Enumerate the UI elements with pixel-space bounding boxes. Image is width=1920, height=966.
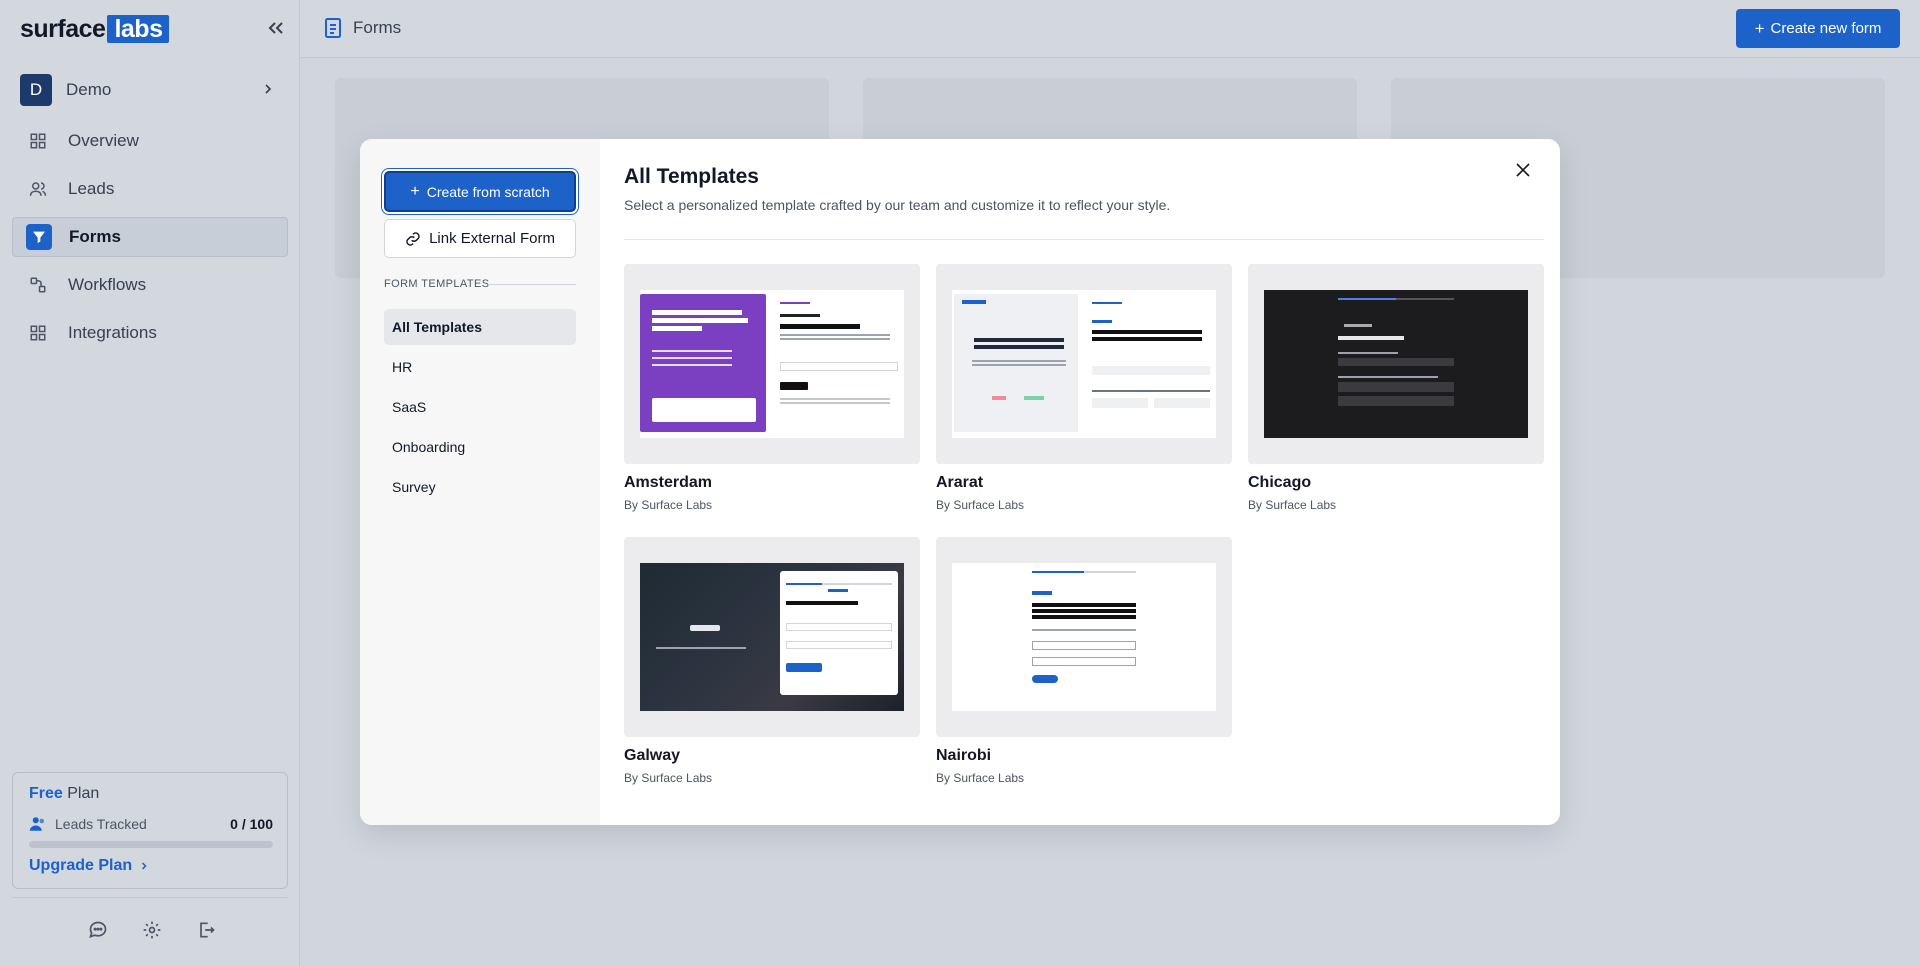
- category-hr[interactable]: HR: [384, 349, 576, 385]
- preview-screen: [640, 563, 904, 711]
- template-author: By Surface Labs: [624, 498, 713, 512]
- upgrade-plan-label: Upgrade Plan: [29, 857, 133, 874]
- users-icon: [29, 815, 47, 833]
- sidebar: surface labs D Demo Overview Leads Forms …: [0, 0, 300, 966]
- template-name: Galway: [624, 747, 681, 764]
- sidebar-item-label: Forms: [69, 227, 121, 246]
- templates-modal: + Create from scratch Link External Form…: [360, 139, 1560, 825]
- sidebar-item-leads[interactable]: Leads: [12, 169, 288, 209]
- preview-screen: [640, 290, 904, 438]
- template-thumbnail: [624, 537, 920, 737]
- logo: surface labs: [20, 14, 170, 44]
- modal-title: All Templates: [624, 165, 759, 188]
- template-author: By Surface Labs: [936, 771, 1025, 785]
- template-thumbnail: [1248, 264, 1544, 464]
- plan-card: Free Plan Leads Tracked 0 / 100 Upgrade …: [12, 772, 288, 889]
- template-card-galway[interactable]: Galway By Surface Labs: [624, 537, 920, 785]
- sidebar-item-workflows[interactable]: Workflows: [12, 265, 288, 305]
- plan-suffix: Plan: [67, 785, 100, 802]
- top-bar: Forms + Create new form: [300, 0, 1920, 58]
- filter-icon: [26, 224, 52, 250]
- users-icon: [28, 179, 48, 199]
- template-author: By Surface Labs: [1248, 498, 1337, 512]
- link-external-form-button[interactable]: Link External Form: [384, 219, 576, 258]
- sidebar-item-integrations[interactable]: Integrations: [12, 313, 288, 353]
- template-name: Chicago: [1248, 474, 1312, 491]
- chevron-right-icon: [138, 860, 150, 872]
- leads-progress-bar: [29, 841, 273, 848]
- category-onboarding[interactable]: Onboarding: [384, 429, 576, 465]
- plus-icon: +: [410, 182, 420, 200]
- template-card-nairobi[interactable]: Nairobi By Surface Labs: [936, 537, 1232, 785]
- collapse-sidebar-icon[interactable]: [264, 16, 288, 40]
- upgrade-plan-link[interactable]: Upgrade Plan: [29, 857, 150, 875]
- template-name: Nairobi: [936, 747, 992, 764]
- category-all-templates[interactable]: All Templates: [384, 309, 576, 345]
- plan-title: Free Plan: [29, 785, 99, 803]
- sidebar-item-forms[interactable]: Forms: [12, 217, 288, 257]
- template-author: By Surface Labs: [936, 498, 1025, 512]
- create-new-form-label: Create new form: [1770, 20, 1882, 37]
- template-card-amsterdam[interactable]: Amsterdam By Surface Labs: [624, 264, 920, 512]
- workspace-avatar: D: [20, 74, 52, 106]
- template-thumbnail: [624, 264, 920, 464]
- leads-tracked-count: 0 / 100: [230, 816, 273, 832]
- template-card-ararat[interactable]: Ararat By Surface Labs: [936, 264, 1232, 512]
- workspace-name: Demo: [66, 80, 112, 99]
- sidebar-item-label: Overview: [68, 131, 139, 150]
- section-divider: [488, 284, 576, 285]
- chevron-right-icon: [260, 81, 276, 102]
- sidebar-item-label: Workflows: [68, 275, 147, 294]
- logo-text: surface: [20, 14, 106, 43]
- template-card-chicago[interactable]: Chicago By Surface Labs: [1248, 264, 1544, 512]
- logout-icon[interactable]: [194, 918, 218, 942]
- preview-screen: [952, 290, 1216, 438]
- create-new-form-button[interactable]: + Create new form: [1736, 9, 1900, 48]
- templates-content: All Templates Select a personalized temp…: [600, 139, 1560, 825]
- plus-icon: +: [1754, 18, 1765, 38]
- grid-icon: [28, 323, 48, 343]
- category-survey[interactable]: Survey: [384, 469, 576, 505]
- create-from-scratch-label: Create from scratch: [426, 183, 550, 200]
- workflow-icon: [28, 275, 48, 295]
- link-icon: [405, 231, 421, 247]
- sidebar-item-label: Leads: [68, 179, 115, 198]
- sidebar-divider: [12, 897, 288, 898]
- preview-screen: [1264, 290, 1528, 438]
- sidebar-item-overview[interactable]: Overview: [12, 121, 288, 161]
- chat-icon[interactable]: [86, 918, 110, 942]
- sidebar-item-label: Integrations: [68, 323, 157, 342]
- sidebar-footer-icons: [86, 918, 218, 942]
- templates-sidebar: + Create from scratch Link External Form…: [360, 139, 600, 825]
- document-icon: [324, 18, 342, 43]
- close-icon[interactable]: [1510, 157, 1536, 183]
- preview-screen: [952, 563, 1216, 711]
- link-external-form-label: Link External Form: [429, 230, 555, 247]
- logo-badge: labs: [107, 15, 170, 43]
- form-templates-heading: FORM TEMPLATES: [384, 278, 490, 290]
- plan-name: Free: [29, 785, 63, 802]
- modal-subtitle: Select a personalized template crafted b…: [624, 197, 1171, 213]
- category-saas[interactable]: SaaS: [384, 389, 576, 425]
- template-name: Ararat: [936, 474, 984, 491]
- grid-icon: [28, 131, 48, 151]
- template-author: By Surface Labs: [624, 771, 713, 785]
- create-from-scratch-button[interactable]: + Create from scratch: [384, 171, 576, 212]
- template-thumbnail: [936, 264, 1232, 464]
- template-name: Amsterdam: [624, 474, 713, 491]
- template-thumbnail: [936, 537, 1232, 737]
- page-title: Forms: [353, 18, 402, 37]
- leads-tracked-label: Leads Tracked: [55, 816, 147, 832]
- leads-tracked-row: Leads Tracked 0 / 100: [29, 815, 273, 833]
- modal-divider: [624, 239, 1544, 240]
- workspace-switcher[interactable]: D Demo: [20, 73, 288, 107]
- gear-icon[interactable]: [140, 918, 164, 942]
